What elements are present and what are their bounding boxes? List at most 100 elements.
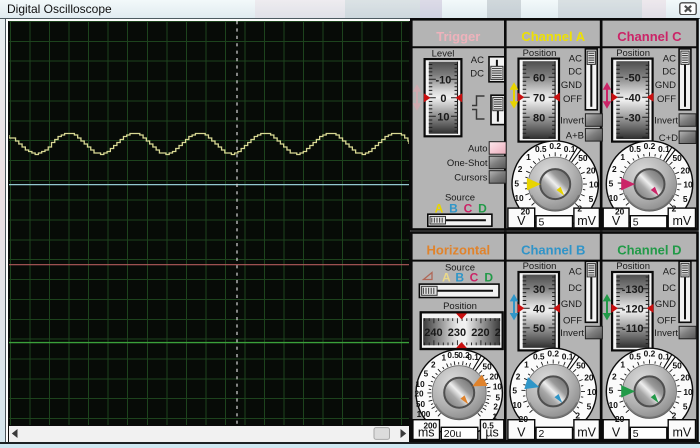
svg-text:Position: Position xyxy=(523,261,557,272)
svg-text:0.1: 0.1 xyxy=(562,351,574,361)
svg-text:DC: DC xyxy=(568,283,582,294)
svg-text:240: 240 xyxy=(424,327,442,339)
svg-text:2: 2 xyxy=(575,411,580,421)
svg-text:Level: Level xyxy=(432,49,455,60)
svg-text:-110: -110 xyxy=(622,323,643,335)
svg-text:0.1: 0.1 xyxy=(658,351,670,361)
svg-text:D: D xyxy=(478,202,487,216)
svg-text:Cursors: Cursors xyxy=(454,173,488,184)
svg-text:20: 20 xyxy=(615,414,625,424)
svg-text:50: 50 xyxy=(416,400,426,409)
svg-text:mV: mV xyxy=(577,426,596,440)
svg-text:AC: AC xyxy=(569,53,582,64)
svg-text:0.2: 0.2 xyxy=(644,349,656,359)
svg-text:10: 10 xyxy=(683,180,693,190)
svg-text:GND: GND xyxy=(561,299,582,310)
svg-text:0.1: 0.1 xyxy=(467,353,479,362)
svg-text:Channel A: Channel A xyxy=(521,29,585,44)
svg-text:B: B xyxy=(455,271,464,285)
svg-text:1: 1 xyxy=(526,152,531,162)
svg-text:GND: GND xyxy=(655,80,676,91)
svg-text:10: 10 xyxy=(609,400,619,410)
svg-text:10: 10 xyxy=(514,193,524,203)
svg-text:20: 20 xyxy=(681,165,691,175)
svg-text:Position: Position xyxy=(443,301,477,312)
svg-text:DC: DC xyxy=(662,283,676,294)
svg-text:20: 20 xyxy=(414,390,424,399)
svg-text:2: 2 xyxy=(518,164,523,174)
svg-text:5: 5 xyxy=(512,386,517,396)
svg-text:0.5: 0.5 xyxy=(535,144,547,154)
svg-text:2: 2 xyxy=(493,403,498,412)
svg-text:DC: DC xyxy=(470,69,484,80)
svg-text:Invert: Invert xyxy=(560,328,584,339)
svg-text:OFF: OFF xyxy=(657,94,676,105)
svg-text:Channel C: Channel C xyxy=(617,29,682,44)
svg-text:2: 2 xyxy=(612,371,617,381)
svg-text:40: 40 xyxy=(533,304,545,316)
svg-text:1: 1 xyxy=(620,152,625,162)
svg-text:60: 60 xyxy=(533,72,545,84)
svg-text:0.5: 0.5 xyxy=(629,144,641,154)
svg-text:20: 20 xyxy=(519,414,529,424)
svg-text:-10: -10 xyxy=(435,75,451,87)
svg-text:0.5: 0.5 xyxy=(482,421,494,430)
svg-text:OFF: OFF xyxy=(657,315,676,326)
svg-text:0.1: 0.1 xyxy=(564,144,576,154)
svg-text:50: 50 xyxy=(578,153,588,163)
svg-text:-120: -120 xyxy=(622,304,644,316)
svg-text:AC: AC xyxy=(569,266,582,277)
svg-text:Channel B: Channel B xyxy=(521,242,585,257)
svg-text:5: 5 xyxy=(609,386,614,396)
svg-text:Auto: Auto xyxy=(468,144,488,155)
svg-text:DC: DC xyxy=(662,67,676,78)
svg-text:1: 1 xyxy=(441,354,446,363)
svg-text:10: 10 xyxy=(493,383,503,392)
svg-text:1: 1 xyxy=(524,359,529,369)
svg-text:mV: mV xyxy=(672,214,691,228)
svg-text:2: 2 xyxy=(612,164,617,174)
svg-text:-30: -30 xyxy=(625,112,641,124)
svg-text:5: 5 xyxy=(589,194,594,204)
svg-text:0.2: 0.2 xyxy=(547,349,559,359)
svg-text:mV: mV xyxy=(577,214,596,228)
svg-text:10: 10 xyxy=(416,380,426,389)
svg-text:GND: GND xyxy=(561,80,582,91)
svg-text:5: 5 xyxy=(683,194,688,204)
svg-text:220: 220 xyxy=(471,327,489,339)
svg-text:10: 10 xyxy=(437,112,449,124)
svg-text:AC: AC xyxy=(471,55,484,66)
svg-text:50: 50 xyxy=(533,323,545,335)
svg-text:A+B: A+B xyxy=(566,131,584,142)
svg-text:OFF: OFF xyxy=(563,315,582,326)
svg-text:Position: Position xyxy=(616,261,650,272)
svg-text:0.5: 0.5 xyxy=(533,351,545,361)
svg-text:Position: Position xyxy=(523,48,557,59)
svg-text:-130: -130 xyxy=(622,284,644,296)
svg-text:5: 5 xyxy=(539,216,545,228)
svg-text:10: 10 xyxy=(683,387,693,397)
svg-text:20: 20 xyxy=(490,372,500,381)
svg-text:10: 10 xyxy=(609,193,619,203)
svg-text:Horizontal: Horizontal xyxy=(427,242,491,257)
svg-text:AC: AC xyxy=(663,53,676,64)
svg-text:5: 5 xyxy=(587,401,592,411)
svg-text:5: 5 xyxy=(633,428,639,440)
svg-text:20u: 20u xyxy=(444,428,462,440)
svg-text:20: 20 xyxy=(521,207,531,217)
svg-text:-50: -50 xyxy=(625,72,641,84)
svg-text:One-Shot: One-Shot xyxy=(447,158,488,169)
svg-text:20: 20 xyxy=(681,373,691,383)
svg-text:1: 1 xyxy=(493,412,498,421)
svg-text:2: 2 xyxy=(539,428,545,440)
svg-text:20: 20 xyxy=(586,165,596,175)
svg-text:A: A xyxy=(435,202,444,216)
svg-text:Position: Position xyxy=(616,48,650,59)
svg-text:DC: DC xyxy=(568,67,582,78)
svg-text:OFF: OFF xyxy=(563,94,582,105)
svg-text:50: 50 xyxy=(483,362,493,371)
svg-text:0.1: 0.1 xyxy=(658,144,670,154)
svg-text:10: 10 xyxy=(587,387,597,397)
svg-text:B: B xyxy=(449,202,458,216)
svg-text:C: C xyxy=(464,202,473,216)
